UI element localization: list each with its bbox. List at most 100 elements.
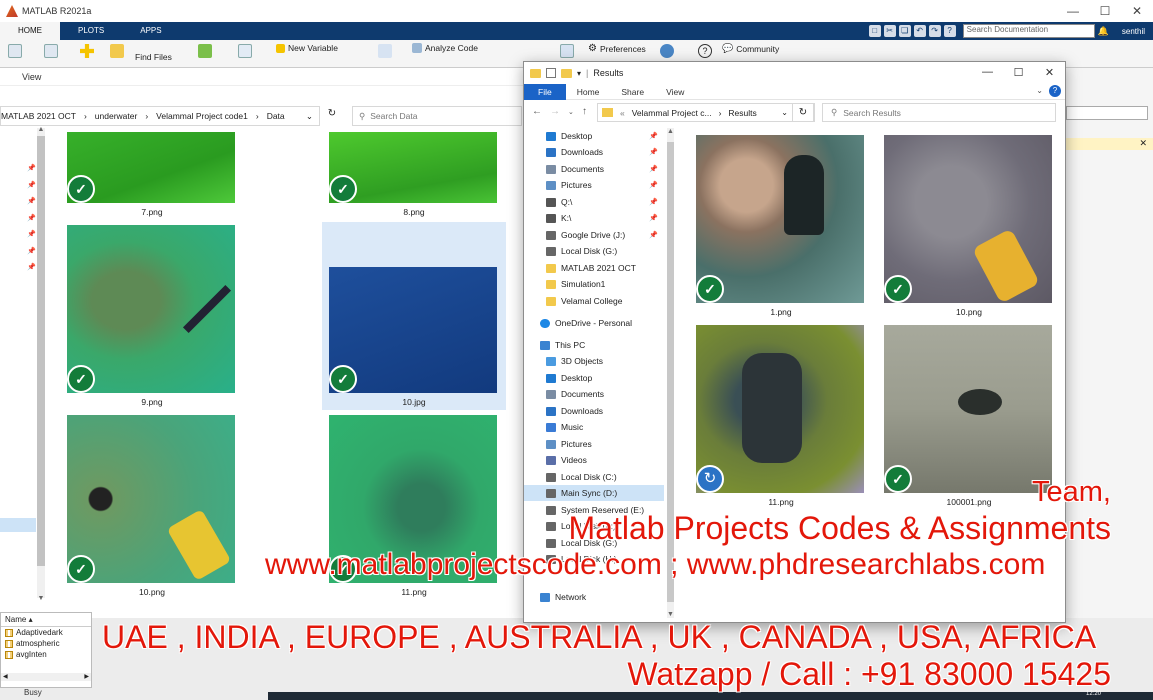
- preferences-button[interactable]: ⚙ Preferences: [588, 43, 646, 54]
- nav-item-downloads[interactable]: Downloads 📌: [524, 144, 664, 160]
- breadcrumb-item[interactable]: MATLAB 2021 OCT: [1, 111, 76, 121]
- layout-button[interactable]: [560, 44, 574, 58]
- recent-locations-icon[interactable]: ⌄: [568, 108, 574, 116]
- user-menu[interactable]: senthil: [1122, 27, 1145, 36]
- scroll-down-icon[interactable]: ▼: [37, 595, 45, 602]
- nav-item-documents[interactable]: Documents 📌: [524, 161, 664, 177]
- file-thumbnail[interactable]: ✓ 10.png: [884, 135, 1054, 317]
- close-icon[interactable]: ✕: [1034, 62, 1065, 82]
- favorites-button[interactable]: [378, 44, 392, 58]
- nav-item-desktop[interactable]: Desktop 📌: [524, 128, 664, 144]
- data-search-input[interactable]: ⚲ Search Data: [352, 106, 522, 126]
- nav-item-3d-objects[interactable]: 3D Objects: [524, 353, 664, 369]
- close-icon[interactable]: ✕: [1139, 138, 1147, 149]
- nav-item-pictures[interactable]: Pictures: [524, 436, 664, 452]
- import-data-button[interactable]: [198, 44, 212, 58]
- close-icon[interactable]: ✕: [1121, 0, 1153, 22]
- community-button[interactable]: 💬 Community: [722, 43, 779, 54]
- nav-item-q-drive[interactable]: Q:\ 📌: [524, 194, 664, 210]
- new-live-script-button[interactable]: [44, 44, 58, 58]
- file-thumbnail[interactable]: ✓ 9.png: [67, 225, 237, 407]
- breadcrumb-overflow-icon[interactable]: «: [620, 108, 625, 118]
- results-search-input[interactable]: ⚲ Search Results: [822, 103, 1056, 122]
- ribbon-home-tab[interactable]: Home: [566, 87, 611, 97]
- new-folder-icon[interactable]: [561, 68, 572, 78]
- nav-item-desktop[interactable]: Desktop: [524, 370, 664, 386]
- workspace-variable[interactable]: Adaptivedark: [1, 627, 91, 638]
- nav-item-network[interactable]: Network: [524, 589, 664, 605]
- workspace-button[interactable]: [238, 44, 252, 58]
- undo-quick-icon[interactable]: ↶: [913, 25, 926, 37]
- file-thumbnail[interactable]: ↻ 11.png: [696, 325, 866, 507]
- breadcrumb-item[interactable]: Velammal Project code1: [156, 111, 248, 121]
- scroll-left-icon[interactable]: ◀: [3, 673, 8, 680]
- add-ons-button[interactable]: [660, 44, 674, 58]
- tab-plots[interactable]: PLOTS: [60, 22, 122, 40]
- help-quick-icon[interactable]: ?: [943, 25, 956, 37]
- ribbon-file-tab[interactable]: File: [524, 83, 566, 100]
- minimize-icon[interactable]: —: [972, 62, 1003, 82]
- cut-quick-icon[interactable]: ✂: [883, 25, 896, 37]
- file-thumbnail[interactable]: ✓ 10.jpg: [329, 225, 499, 407]
- help-button[interactable]: ?: [698, 44, 712, 58]
- ribbon-view-tab[interactable]: View: [22, 72, 41, 82]
- current-folder-bar[interactable]: [1066, 106, 1148, 120]
- minimize-icon[interactable]: —: [1057, 0, 1089, 22]
- expand-ribbon-icon[interactable]: ⌄: [1036, 86, 1043, 95]
- copy-quick-icon[interactable]: ❏: [898, 25, 911, 37]
- tab-home[interactable]: HOME: [0, 22, 60, 40]
- breadcrumb-item[interactable]: Results: [728, 108, 756, 118]
- breadcrumb-item[interactable]: Data: [267, 111, 285, 121]
- maximize-icon[interactable]: ☐: [1089, 0, 1121, 22]
- help-icon[interactable]: ?: [1049, 85, 1061, 97]
- workspace-hscrollbar[interactable]: ◀ ▶: [1, 673, 91, 681]
- new-variable-button[interactable]: New Variable: [276, 43, 338, 53]
- forward-arrow-icon[interactable]: →: [550, 106, 560, 117]
- breadcrumb-item[interactable]: underwater: [95, 111, 138, 121]
- back-arrow-icon[interactable]: ←: [532, 106, 542, 117]
- chevron-down-icon[interactable]: ⌄: [781, 108, 788, 117]
- new-button[interactable]: [80, 44, 94, 58]
- nav-item-music[interactable]: Music: [524, 419, 664, 435]
- ribbon-share-tab[interactable]: Share: [610, 87, 655, 97]
- file-thumbnail[interactable]: ✓ 7.png: [67, 132, 237, 217]
- up-arrow-icon[interactable]: ↑: [582, 106, 587, 117]
- file-thumbnail[interactable]: ✓ 8.png: [329, 132, 499, 217]
- file-thumbnail[interactable]: ✓ 100001.png: [884, 325, 1054, 507]
- file-thumbnail[interactable]: ✓ 10.png: [67, 415, 237, 597]
- results-address-bar[interactable]: « Velammal Project c... › Results ⌄: [597, 103, 815, 122]
- properties-icon[interactable]: [546, 68, 556, 78]
- tab-apps[interactable]: APPS: [122, 22, 179, 40]
- nav-item-videos[interactable]: Videos: [524, 452, 664, 468]
- documentation-search-input[interactable]: Search Documentation: [962, 24, 1095, 38]
- customize-toolbar-icon[interactable]: ▾: [577, 69, 581, 78]
- nav-item-downloads[interactable]: Downloads: [524, 403, 664, 419]
- nav-item-google-drive[interactable]: Google Drive (J:) 📌: [524, 227, 664, 243]
- workspace-variable[interactable]: atmospheric: [1, 638, 91, 649]
- data-address-bar[interactable]: MATLAB 2021 OCT › underwater › Velammal …: [0, 106, 336, 126]
- analyze-code-button[interactable]: Analyze Code: [412, 43, 478, 53]
- nav-item-this-pc[interactable]: This PC: [524, 337, 664, 353]
- breadcrumb-item[interactable]: Velammal Project c...: [632, 108, 712, 118]
- refresh-button[interactable]: ↻: [792, 103, 814, 122]
- find-files-button[interactable]: Find Files: [135, 52, 172, 62]
- scroll-right-icon[interactable]: ▶: [84, 673, 89, 680]
- new-script-button[interactable]: [8, 44, 22, 58]
- scroll-up-icon[interactable]: ▲: [667, 128, 674, 135]
- nav-item-velamal-college[interactable]: Velamal College: [524, 293, 664, 309]
- file-thumbnail[interactable]: ✓ 1.png: [696, 135, 866, 317]
- scroll-thumb[interactable]: [37, 136, 45, 566]
- nav-item-k-drive[interactable]: K:\ 📌: [524, 210, 664, 226]
- nav-item-documents[interactable]: Documents: [524, 386, 664, 402]
- save-quick-icon[interactable]: □: [868, 25, 881, 37]
- nav-item-local-disk-c[interactable]: Local Disk (C:): [524, 469, 664, 485]
- bell-icon[interactable]: 🔔: [1098, 26, 1109, 37]
- nav-item-pictures[interactable]: Pictures 📌: [524, 177, 664, 193]
- ribbon-view-tab[interactable]: View: [655, 87, 695, 97]
- maximize-icon[interactable]: ☐: [1003, 62, 1034, 82]
- nav-item-matlab-2021-oct[interactable]: MATLAB 2021 OCT: [524, 260, 664, 276]
- workspace-name-header[interactable]: Name ▴: [1, 613, 91, 627]
- open-button[interactable]: [110, 44, 124, 58]
- nav-item-main-sync[interactable]: Main Sync (D:): [524, 485, 664, 501]
- scroll-down-icon[interactable]: ▼: [667, 611, 674, 618]
